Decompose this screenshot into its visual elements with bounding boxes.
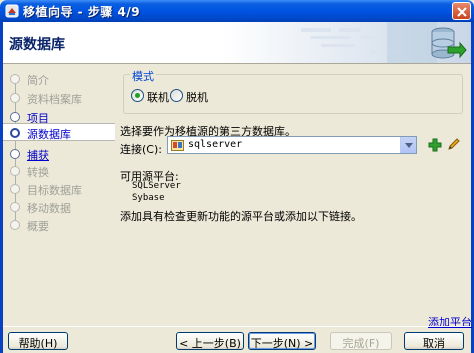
wizard-header: 源数据库 — [3, 22, 471, 64]
window-title: 移植向导 - 步骤 4/9 — [23, 5, 141, 19]
step-dot-icon — [10, 149, 20, 159]
title-bar[interactable]: 移植向导 - 步骤 4/9 — [0, 0, 474, 22]
close-icon — [457, 7, 467, 17]
cancel-button[interactable]: 取消 — [404, 332, 464, 350]
next-button[interactable]: 下一步(N) > — [248, 332, 316, 350]
step-dot-icon — [10, 74, 20, 84]
nav-step-target-db: 目标数据库 — [3, 180, 115, 198]
wizard-steps-nav: 简介 资料档案库 项目 源数据库 捕获 转换 目标数据库 移动数据 概要 — [3, 64, 115, 326]
connection-select[interactable]: sqlserver — [167, 136, 417, 154]
nav-step-label[interactable]: 捕获 — [27, 147, 49, 163]
nav-step-label: 简介 — [27, 74, 49, 87]
add-platform-link[interactable]: 添加平台 — [428, 314, 472, 330]
next-button-label[interactable]: 下一步(N) > — [249, 335, 315, 351]
nav-step-intro: 简介 — [3, 70, 115, 88]
mode-legend: 模式 — [130, 68, 156, 84]
help-button[interactable]: 帮助(H) — [8, 332, 68, 350]
app-window-icon — [5, 4, 19, 18]
wizard-content: 模式 联机 脱机 选择要作为移植源的第三方数据库。 连接(C): sqlserv… — [115, 64, 472, 329]
nav-step-source-db[interactable]: 源数据库 — [3, 123, 115, 141]
nav-step-convert: 转换 — [3, 162, 115, 180]
database-icon — [171, 140, 184, 151]
platform-item: Sybase — [132, 193, 165, 203]
nav-step-capture[interactable]: 捕获 — [3, 145, 115, 163]
nav-step-label: 目标数据库 — [27, 184, 82, 197]
close-button[interactable] — [452, 2, 471, 20]
finish-button[interactable]: 完成(F) — [330, 332, 392, 350]
step-dot-icon — [10, 220, 20, 230]
radio-selected-icon[interactable] — [131, 89, 144, 102]
nav-step-label: 资料档案库 — [27, 93, 82, 106]
nav-step-label: 源数据库 — [27, 128, 71, 141]
nav-step-move-data: 移动数据 — [3, 198, 115, 216]
help-button-label[interactable]: 帮助(H) — [9, 335, 67, 351]
nav-step-summary: 概要 — [3, 216, 115, 234]
cancel-button-label[interactable]: 取消 — [405, 335, 463, 351]
nav-step-label: 概要 — [27, 220, 49, 233]
mode-groupbox: 模式 联机 脱机 — [123, 68, 463, 114]
page-title: 源数据库 — [9, 37, 65, 53]
step-dot-icon — [10, 166, 20, 176]
step-dot-icon — [10, 93, 20, 103]
back-button-label[interactable]: < 上一步(B) — [177, 335, 243, 351]
step-dot-icon — [10, 202, 20, 212]
finish-button-label: 完成(F) — [342, 337, 380, 350]
step-dot-icon — [10, 184, 20, 194]
footer-separator — [3, 326, 471, 327]
nav-step-label: 转换 — [27, 166, 49, 179]
add-icon[interactable] — [428, 138, 442, 152]
back-button[interactable]: < 上一步(B) — [176, 332, 244, 350]
nav-step-label: 移动数据 — [27, 202, 71, 215]
nav-step-repository: 资料档案库 — [3, 89, 115, 107]
database-banner-graphic — [221, 22, 471, 63]
radio-unselected-icon[interactable] — [170, 89, 183, 102]
platform-item: SQLServer — [132, 181, 181, 191]
pencil-icon[interactable] — [447, 137, 461, 151]
offline-radio-label[interactable]: 脱机 — [186, 89, 208, 105]
dropdown-button[interactable] — [400, 137, 416, 153]
chevron-down-icon — [405, 143, 413, 148]
online-radio-label[interactable]: 联机 — [147, 89, 169, 105]
platforms-hint: 添加具有检查更新功能的源平台或添加以下链接。 — [120, 210, 362, 223]
step-dot-icon — [10, 128, 20, 138]
connection-label: 连接(C): — [120, 143, 162, 156]
step-dot-icon — [10, 112, 20, 122]
connection-value: sqlserver — [188, 139, 243, 150]
